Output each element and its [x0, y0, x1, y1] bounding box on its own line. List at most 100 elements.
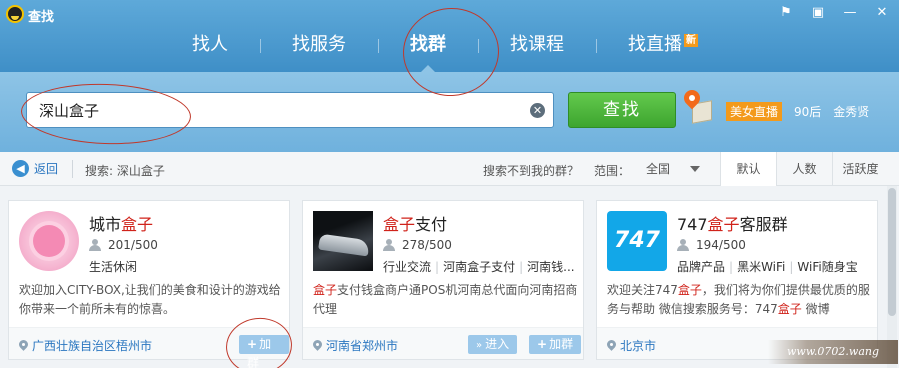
close-icon[interactable]: ✕	[873, 4, 891, 22]
skin-icon[interactable]: ▣	[809, 4, 827, 22]
group-avatar[interactable]	[313, 211, 373, 271]
sort-tab-default[interactable]: 默认	[720, 152, 776, 187]
group-tags: 行业交流 | 河南盒子支付 | 河南钱...	[383, 258, 578, 275]
members-icon	[383, 239, 397, 251]
tag-separator: |	[729, 260, 734, 274]
search-input[interactable]	[39, 93, 529, 127]
tag-separator: |	[789, 260, 794, 274]
back-arrow-icon: ◀	[12, 160, 29, 177]
tab-label: 找直播	[628, 34, 682, 55]
search-breadcrumb: 搜索: 深山盒子	[85, 164, 165, 178]
tab-find-people[interactable]: 找人	[160, 28, 260, 72]
desc-text: 微博	[801, 302, 830, 316]
member-count-text: 201/500	[108, 238, 158, 252]
hot-link-live[interactable]: 美女直播	[726, 102, 783, 121]
sort-tab-members[interactable]: 人数	[776, 152, 832, 186]
search-box: ✕	[26, 92, 554, 128]
hot-search-links: 美女直播 90后 金秀贤	[726, 102, 869, 121]
location-text: 河南省郑州市	[326, 339, 399, 353]
back-button[interactable]: ◀ 返回	[12, 160, 58, 177]
group-card[interactable]: 747 747盒子客服群 194/500 品牌产品 | 黑米WiFi | WiFi随身宝…	[596, 200, 878, 360]
title-bar: 查找 ⚑ ▣ — ✕	[0, 0, 899, 28]
name-text: 城市	[89, 215, 122, 234]
results-area: 城市盒子 201/500 生活休闲 欢迎加入CITY-BOX,让我们的美食和设计…	[0, 186, 899, 368]
group-tag[interactable]: 黑米WiFi	[737, 260, 785, 274]
location-text: 北京市	[620, 339, 657, 353]
avatar-logo-text: 747	[614, 228, 660, 253]
cant-find-link[interactable]: 搜索不到我的群？	[483, 162, 579, 179]
avatar-art	[33, 225, 65, 257]
sort-tabs: 默认 人数 活跃度	[720, 152, 888, 187]
member-count: 201/500	[89, 238, 158, 252]
plus-icon: +	[247, 337, 258, 351]
name-highlight: 盒子	[383, 215, 416, 234]
sort-tab-activity[interactable]: 活跃度	[832, 152, 888, 186]
main-tabs: 找人 找服务 找群 找课程 找直播新	[160, 28, 730, 72]
qq-penguin-icon	[6, 5, 24, 23]
members-icon	[89, 239, 103, 251]
search-button[interactable]: 查找	[568, 92, 676, 128]
group-name[interactable]: 城市盒子	[89, 211, 153, 235]
group-tag[interactable]: 河南盒子支付	[443, 260, 515, 274]
card-footer: 广西壮族自治区梧州市 + 加群	[9, 327, 289, 368]
button-label: 进入	[485, 337, 510, 351]
member-count-text: 194/500	[696, 238, 746, 252]
group-location[interactable]: 广西壮族自治区梧州市	[19, 337, 152, 354]
group-tag[interactable]: 行业交流	[383, 260, 431, 274]
group-tag[interactable]: 品牌产品	[677, 260, 725, 274]
tab-find-course[interactable]: 找课程	[478, 28, 596, 72]
desc-highlight: 盒子	[313, 283, 338, 297]
scrollbar-thumb[interactable]	[888, 188, 896, 316]
range-dropdown[interactable]: 全国	[640, 158, 704, 180]
location-pin-icon	[19, 340, 28, 352]
group-description: 欢迎加入CITY-BOX,让我们的美食和设计的游戏给你带来一个前所未有的惊喜。	[19, 283, 281, 316]
group-tags: 生活休闲	[89, 258, 284, 275]
clear-icon[interactable]: ✕	[530, 103, 545, 118]
map-pin-icon[interactable]	[680, 86, 714, 124]
group-location[interactable]: 北京市	[607, 337, 656, 354]
group-tag[interactable]: 生活休闲	[89, 260, 137, 274]
group-card[interactable]: 城市盒子 201/500 生活休闲 欢迎加入CITY-BOX,让我们的美食和设计…	[8, 200, 290, 368]
hot-link-90s[interactable]: 90后	[794, 103, 821, 120]
member-count-text: 278/500	[402, 238, 452, 252]
new-badge: 新	[684, 34, 698, 47]
tab-find-service[interactable]: 找服务	[260, 28, 378, 72]
name-text: 747	[677, 215, 708, 234]
hot-link-celebrity[interactable]: 金秀贤	[833, 103, 869, 120]
card-footer: 河南省郑州市 » 进入 + 加群	[303, 327, 583, 359]
enter-arrow-icon: »	[476, 340, 483, 351]
enter-group-button[interactable]: » 进入	[468, 335, 518, 354]
join-group-button[interactable]: + 加群	[239, 335, 289, 368]
group-tag[interactable]: 河南钱...	[527, 260, 574, 274]
group-avatar[interactable]: 747	[607, 211, 667, 271]
location-text: 广西壮族自治区梧州市	[32, 339, 153, 353]
tab-find-group[interactable]: 找群	[378, 28, 478, 72]
group-location[interactable]: 河南省郑州市	[313, 337, 398, 354]
desc-text: 欢迎关注747	[607, 283, 678, 297]
group-name[interactable]: 盒子支付	[383, 211, 447, 235]
filter-bar: ◀ 返回 搜索: 深山盒子 搜索不到我的群？ 范围： 全国 默认 人数 活跃度	[0, 152, 899, 187]
location-pin-icon	[313, 340, 322, 352]
desc-highlight: 盒子	[777, 302, 802, 316]
window-controls: ⚑ ▣ — ✕	[777, 4, 891, 22]
site-watermark: www.0702.wang	[768, 340, 898, 364]
tab-find-live[interactable]: 找直播新	[596, 28, 730, 72]
back-label: 返回	[34, 162, 59, 176]
range-value: 全国	[646, 162, 671, 176]
location-pin-icon	[607, 340, 616, 352]
join-group-button[interactable]: + 加群	[529, 335, 582, 354]
divider	[72, 160, 73, 178]
group-avatar[interactable]	[19, 211, 79, 271]
window-title: 查找	[28, 10, 55, 25]
group-name[interactable]: 747盒子客服群	[677, 211, 788, 235]
tab-label: 找课程	[510, 34, 564, 55]
group-card[interactable]: 盒子支付 278/500 行业交流 | 河南盒子支付 | 河南钱... 盒子支付钱盒商户…	[302, 200, 584, 360]
member-count: 278/500	[383, 238, 452, 252]
minimize-icon[interactable]: —	[841, 4, 859, 22]
tab-label: 找人	[192, 34, 228, 55]
feedback-icon[interactable]: ⚑	[777, 4, 795, 22]
group-description: 欢迎关注747盒子，我们将为你们提供最优质的服务与帮助 微信搜索服务号：747盒…	[607, 281, 875, 319]
group-tag[interactable]: WiFi随身宝	[797, 260, 857, 274]
member-count: 194/500	[677, 238, 746, 252]
search-band: ✕ 查找 美女直播 90后 金秀贤	[0, 72, 899, 152]
